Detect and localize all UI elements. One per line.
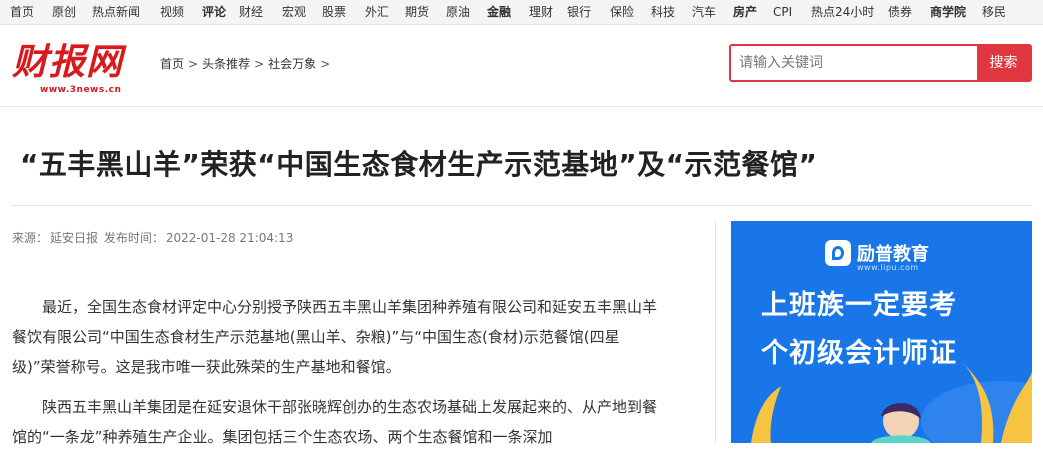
source-label: 来源： (12, 231, 49, 245)
ad-headline-1: 上班族一定要考 (761, 290, 957, 321)
nav-item[interactable]: 原油 (446, 4, 470, 20)
search-box: 搜索 (729, 44, 1032, 82)
nav-item[interactable]: CPI (773, 4, 792, 20)
ad-brand: 励普教育 www.lipu.com (825, 238, 955, 274)
nav-item[interactable]: 财经 (239, 4, 263, 20)
column-divider (715, 221, 716, 443)
breadcrumb: 首页 > 头条推荐 > 社会万象 > (160, 55, 334, 72)
nav-item[interactable]: 外汇 (365, 4, 389, 20)
breadcrumb-separator: > (188, 57, 199, 71)
logo-url: www.3news.cn (40, 85, 122, 95)
nav-item[interactable]: 债券 (888, 4, 912, 20)
breadcrumb-society[interactable]: 社会万象 (268, 57, 316, 71)
nav-item[interactable]: 期货 (405, 4, 429, 20)
nav-item[interactable]: 视频 (160, 4, 184, 20)
breadcrumb-separator: > (254, 57, 265, 71)
nav-item[interactable]: 银行 (567, 4, 591, 20)
article-paragraph: 最近，全国生态食材评定中心分别授予陕西五丰黑山羊集团种养殖有限公司和延安五丰黑山… (12, 298, 658, 376)
article-paragraph: 陕西五丰黑山羊集团是在延安退休干部张晓辉创办的生态农场基础上发展起来的、从产地到… (12, 398, 658, 446)
nav-item[interactable]: 宏观 (282, 4, 306, 20)
source-name: 延安日报 (50, 231, 99, 245)
nav-item[interactable]: 商学院 (930, 4, 966, 20)
brand-logo-icon (825, 240, 851, 266)
nav-item[interactable]: 热点24小时 (811, 4, 874, 20)
nav-item[interactable]: 首页 (10, 4, 34, 20)
nav-item[interactable]: 保险 (610, 4, 634, 20)
ad-headline-2: 个初级会计师证 (761, 338, 957, 369)
search-input[interactable] (731, 46, 977, 80)
nav-item[interactable]: 热点新闻 (92, 4, 140, 20)
ad-url: www.lipu.com (857, 263, 919, 272)
nav-item[interactable]: 汽车 (692, 4, 716, 20)
publish-label: 发布时间： (103, 231, 164, 245)
nav-item[interactable]: 理财 (529, 4, 553, 20)
breadcrumb-home[interactable]: 首页 (160, 57, 184, 71)
ad-banner[interactable]: 励普教育 www.lipu.com 上班族一定要考 个初级会计师证 (731, 221, 1032, 443)
nav-item[interactable]: 房产 (733, 4, 757, 20)
breadcrumb-headline[interactable]: 头条推荐 (202, 57, 250, 71)
nav-item[interactable]: 评论 (202, 4, 226, 20)
article-title: “五丰黑山羊”荣获“中国生态食材生产示范基地”及“示范餐馆” (20, 148, 818, 181)
top-nav: 首页 原创 热点新闻 视频 评论 财经 宏观 股票 外汇 期货 原油 金融 理财 银行 保险 科技 汽车 房产 CP… (0, 0, 1043, 25)
publish-time: 2022-01-28 21:04:13 (165, 231, 294, 245)
search-button[interactable]: 搜索 (977, 46, 1030, 80)
nav-item[interactable]: 移民 (982, 4, 1006, 20)
nav-item[interactable]: 股票 (322, 4, 346, 20)
nav-item[interactable]: 原创 (52, 4, 76, 20)
nav-item[interactable]: 金融 (487, 4, 511, 20)
breadcrumb-separator: > (320, 57, 331, 71)
site-logo[interactable]: 财报网 www.3news.cn (12, 42, 137, 98)
header-divider (0, 106, 1043, 107)
logo-text: 财报网 (12, 41, 124, 83)
title-divider (12, 205, 1032, 206)
article-meta: 来源： 延安日报 发布时间： 2022-01-28 21:04:13 (12, 229, 295, 246)
nav-item[interactable]: 科技 (651, 4, 675, 20)
